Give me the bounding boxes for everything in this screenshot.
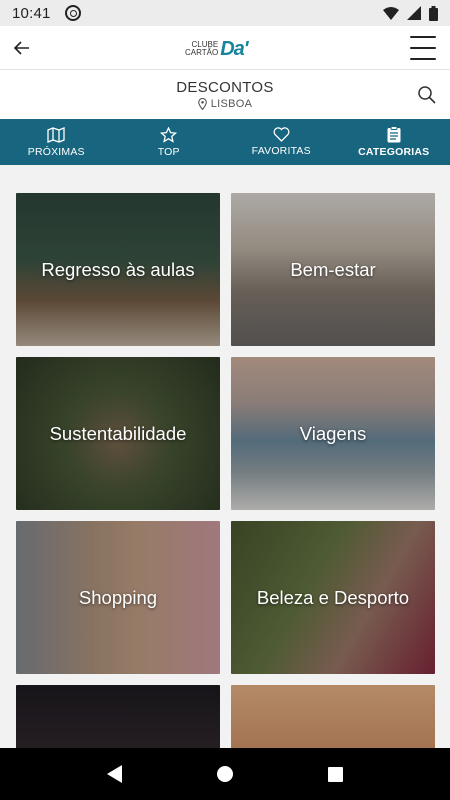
nav-recent-apps-icon[interactable]	[327, 766, 343, 782]
tab-bar: PRÓXIMAS TOP FAVORITAS CATEGORIAS	[0, 119, 450, 165]
category-card-regresso-aulas[interactable]: Regresso às aulas	[16, 193, 220, 346]
logo-mark: Da'	[220, 37, 248, 60]
category-label: Bem-estar	[290, 258, 376, 280]
at-sign-icon	[64, 5, 81, 21]
category-label: Regresso às aulas	[41, 258, 195, 280]
map-icon	[47, 126, 65, 143]
section-header: DESCONTOS LISBOA	[0, 70, 450, 119]
battery-icon	[429, 5, 438, 21]
star-icon	[160, 126, 178, 143]
search-icon	[418, 86, 436, 104]
logo-text: CLUBE CARTÃO	[185, 41, 218, 57]
category-label: Beleza e Desporto	[256, 586, 410, 608]
tab-top[interactable]: TOP	[113, 119, 226, 165]
tab-label: TOP	[157, 145, 180, 158]
category-card-cinema[interactable]	[16, 685, 220, 748]
clipboard-icon	[387, 126, 401, 143]
app-logo: CLUBE CARTÃO Da'	[185, 38, 267, 60]
category-label: Viagens	[299, 422, 367, 444]
menu-line	[410, 36, 436, 38]
category-card-sustentabilidade[interactable]: Sustentabilidade	[16, 357, 220, 510]
signal-icon	[407, 6, 421, 20]
tab-favoritas[interactable]: FAVORITAS	[225, 119, 338, 165]
menu-button[interactable]	[410, 36, 436, 60]
tab-proximas[interactable]: PRÓXIMAS	[0, 119, 113, 165]
heart-icon	[273, 127, 290, 142]
menu-line	[410, 47, 436, 49]
system-nav-bar	[0, 748, 450, 800]
tab-categorias[interactable]: CATEGORIAS	[338, 119, 450, 165]
tab-label: FAVORITAS	[251, 145, 311, 157]
search-button[interactable]	[416, 84, 438, 106]
tab-label: PRÓXIMAS	[27, 145, 85, 158]
image-overlay	[16, 685, 220, 748]
nav-home-icon[interactable]	[216, 766, 233, 782]
category-label: Sustentabilidade	[49, 422, 187, 444]
location-selector[interactable]: LISBOA	[0, 98, 450, 110]
nav-back-icon[interactable]	[107, 765, 123, 783]
location-pin-icon	[197, 98, 207, 110]
status-bar: 10:41	[0, 0, 450, 26]
category-grid: Regresso às aulas Bem-estar Sustentabili…	[0, 165, 450, 748]
status-icons	[383, 5, 438, 21]
category-card-beleza-desporto[interactable]: Beleza e Desporto	[231, 521, 435, 674]
category-card-shopping[interactable]: Shopping	[16, 521, 220, 674]
category-card-bem-estar[interactable]: Bem-estar	[231, 193, 435, 346]
image-overlay	[231, 685, 435, 748]
page-title: DESCONTOS	[176, 79, 274, 96]
logo-line-2: CARTÃO	[185, 48, 219, 57]
menu-line	[410, 58, 436, 60]
category-label: Shopping	[78, 586, 158, 608]
wifi-icon	[383, 6, 399, 20]
back-button[interactable]	[8, 34, 36, 62]
category-card-viagens[interactable]: Viagens	[231, 357, 435, 510]
arrow-left-icon	[14, 41, 29, 55]
location-label: LISBOA	[210, 98, 253, 110]
tab-label: CATEGORIAS	[358, 146, 430, 158]
app-bar: CLUBE CARTÃO Da'	[0, 26, 450, 70]
category-card-sunset[interactable]	[231, 685, 435, 748]
status-time: 10:41	[12, 4, 51, 22]
